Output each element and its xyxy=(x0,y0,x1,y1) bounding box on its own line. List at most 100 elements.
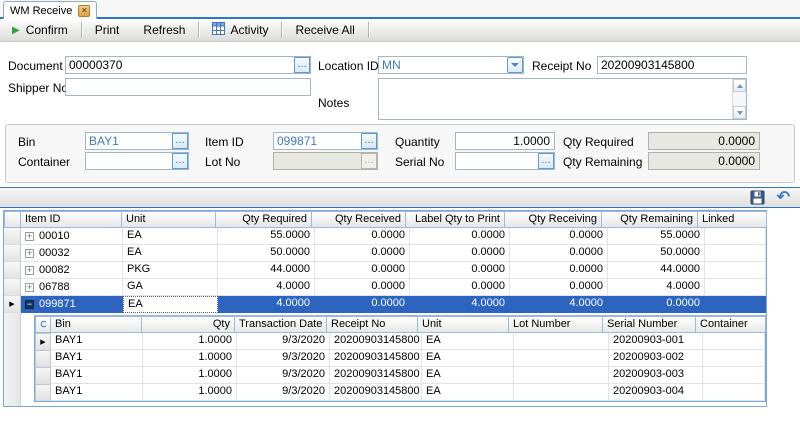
cell-label-qty-to-print: 0.0000 xyxy=(410,262,510,279)
undo-icon[interactable]: ↶ xyxy=(777,191,790,205)
cell-label-qty-to-print: 0.0000 xyxy=(410,228,510,245)
subgrid-row-1[interactable]: ▶ BAY1 1.0000 9/3/2020 20200903145800 EA… xyxy=(35,333,765,350)
cell-unit-editing[interactable]: EA xyxy=(123,296,218,313)
subgrid-region: Bin Qty Transaction Date Receipt No Unit… xyxy=(4,313,766,406)
cell-label-qty-to-print: 0.0000 xyxy=(410,245,510,262)
bin-lookup-button[interactable]: … xyxy=(172,133,188,149)
subgrid-header-qty[interactable]: Qty xyxy=(141,316,235,333)
print-button[interactable]: Print xyxy=(83,19,132,41)
grid-header-linked[interactable]: Linked xyxy=(697,211,767,228)
cell-qty-required: 4.0000 xyxy=(218,296,315,313)
row-indicator-arrow[interactable]: ▶ xyxy=(4,296,21,313)
container-input[interactable] xyxy=(86,153,172,169)
expand-icon[interactable]: + xyxy=(25,266,34,275)
subgrid-header-bin[interactable]: Bin xyxy=(50,316,142,333)
scroll-up-icon[interactable] xyxy=(733,79,746,92)
cell-qty-receiving: 0.0000 xyxy=(510,228,608,245)
notes-textarea[interactable] xyxy=(378,78,747,120)
row-indicator[interactable] xyxy=(4,279,21,296)
expand-icon[interactable]: + xyxy=(25,249,34,258)
cell-label-qty-to-print: 0.0000 xyxy=(410,279,510,296)
scroll-down-icon[interactable] xyxy=(733,106,746,119)
quantity-input[interactable] xyxy=(455,132,555,150)
cell-linked xyxy=(705,262,766,279)
cell-qty-required: 50.0000 xyxy=(218,245,315,262)
grid-row-00032[interactable]: +00032 EA 50.0000 0.0000 0.0000 0.0000 5… xyxy=(4,245,766,262)
grid-header-qty-receiving[interactable]: Qty Receiving xyxy=(504,211,602,228)
grid-header-qty-remaining[interactable]: Qty Remaining xyxy=(601,211,698,228)
subrow-indicator[interactable] xyxy=(35,350,51,367)
subrow-indicator[interactable] xyxy=(35,367,51,384)
expand-icon[interactable]: + xyxy=(25,232,34,241)
grid-header-label-qty-to-print[interactable]: Label Qty to Print xyxy=(405,211,505,228)
subcell-qty: 1.0000 xyxy=(143,384,237,401)
search-icon[interactable] xyxy=(35,316,51,333)
cell-qty-remaining: 55.0000 xyxy=(608,228,705,245)
grid-header-unit[interactable]: Unit xyxy=(121,211,216,228)
chevron-down-icon[interactable] xyxy=(507,57,523,73)
confirm-button[interactable]: ▶ Confirm xyxy=(0,19,80,41)
subgrid-header-transaction-date[interactable]: Transaction Date xyxy=(234,316,327,333)
row-indicator[interactable] xyxy=(4,245,21,262)
grid-row-099871-selected[interactable]: ▶ −099871 EA 4.0000 0.0000 4.0000 4.0000… xyxy=(4,296,766,313)
subcell-transaction-date: 9/3/2020 xyxy=(237,367,330,384)
cell-qty-required: 4.0000 xyxy=(218,279,315,296)
cell-qty-remaining: 50.0000 xyxy=(608,245,705,262)
subcell-qty: 1.0000 xyxy=(143,350,237,367)
expand-icon[interactable]: + xyxy=(25,283,34,292)
subgrid-header-serial-number[interactable]: Serial Number xyxy=(602,316,696,333)
collapse-icon[interactable]: − xyxy=(25,300,34,309)
serial-no-lookup-button[interactable]: … xyxy=(538,153,554,169)
activity-button[interactable]: Activity xyxy=(200,19,280,41)
grid-header-item-id[interactable]: Item ID xyxy=(20,211,122,228)
subgrid-header-lot-number[interactable]: Lot Number xyxy=(508,316,603,333)
subgrid-row-3[interactable]: BAY1 1.0000 9/3/2020 20200903145800 EA 2… xyxy=(35,367,765,384)
row-indicator[interactable] xyxy=(4,228,21,245)
tab-title: WM Receive xyxy=(10,5,72,17)
subgrid-row-4[interactable]: BAY1 1.0000 9/3/2020 20200903145800 EA 2… xyxy=(35,384,765,401)
subrow-indicator-arrow[interactable]: ▶ xyxy=(35,333,51,350)
grid-row-00010[interactable]: +00010 EA 55.0000 0.0000 0.0000 0.0000 5… xyxy=(4,228,766,245)
shipper-no-input[interactable] xyxy=(66,79,310,95)
container-lookup-button[interactable]: … xyxy=(172,153,188,169)
tab-strip: WM Receive ✕ xyxy=(0,0,800,19)
grid-header-qty-received[interactable]: Qty Received xyxy=(311,211,406,228)
save-icon[interactable] xyxy=(750,190,765,205)
subcell-transaction-date: 9/3/2020 xyxy=(237,384,330,401)
grid-row-00082[interactable]: +00082 PKG 44.0000 0.0000 0.0000 0.0000 … xyxy=(4,262,766,279)
subgrid-header-receipt-no[interactable]: Receipt No xyxy=(326,316,418,333)
subcell-unit: EA xyxy=(422,367,514,384)
document-no-lookup-button[interactable]: … xyxy=(294,57,310,73)
subrow-indicator[interactable] xyxy=(35,384,51,401)
print-label: Print xyxy=(95,23,120,37)
bin-input[interactable] xyxy=(86,133,172,149)
subcell-lot-number xyxy=(514,333,609,350)
grid-row-06788[interactable]: +06788 GA 4.0000 0.0000 0.0000 0.0000 4.… xyxy=(4,279,766,296)
subcell-container xyxy=(703,384,765,401)
refresh-button[interactable]: Refresh xyxy=(131,19,197,41)
serial-no-input[interactable] xyxy=(456,153,538,169)
cell-qty-remaining: 4.0000 xyxy=(608,279,705,296)
bin-label: Bin xyxy=(18,135,35,149)
cell-linked xyxy=(705,296,766,313)
toolbar: ▶ Confirm Print Refresh Activity Receive… xyxy=(0,19,800,42)
subgrid-header-container[interactable]: Container xyxy=(695,316,766,333)
subgrid-header-unit[interactable]: Unit xyxy=(417,316,509,333)
row-indicator[interactable] xyxy=(4,262,21,279)
receive-all-button[interactable]: Receive All xyxy=(283,19,366,41)
subgrid-row-2[interactable]: BAY1 1.0000 9/3/2020 20200903145800 EA 2… xyxy=(35,350,765,367)
confirm-play-icon: ▶ xyxy=(12,25,20,36)
grid-header-qty-required[interactable]: Qty Required xyxy=(215,211,312,228)
cell-unit: EA xyxy=(123,228,218,245)
subcell-unit: EA xyxy=(422,333,514,350)
notes-scrollbar[interactable] xyxy=(732,79,746,119)
receipt-no-input[interactable] xyxy=(598,57,746,73)
document-no-input[interactable] xyxy=(66,57,294,73)
item-id-lookup-button[interactable]: … xyxy=(361,133,377,149)
cell-qty-required: 44.0000 xyxy=(218,262,315,279)
subcell-container xyxy=(703,350,765,367)
item-id-input[interactable] xyxy=(274,133,361,149)
close-icon[interactable]: ✕ xyxy=(78,5,90,17)
location-id-dropdown[interactable]: MN xyxy=(378,56,524,74)
tab-wm-receive[interactable]: WM Receive ✕ xyxy=(3,1,97,19)
